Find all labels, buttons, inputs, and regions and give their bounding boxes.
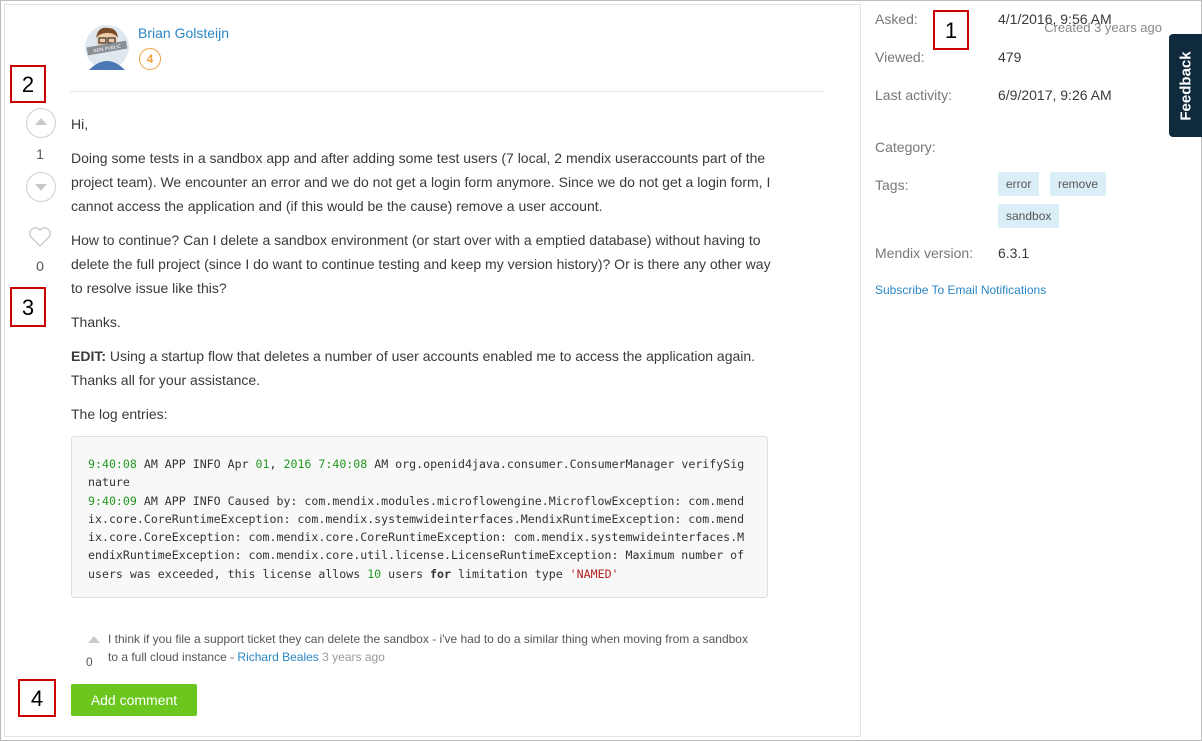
code-token: 7:40:08 bbox=[318, 457, 368, 471]
downvote-button[interactable] bbox=[26, 172, 56, 202]
feedback-label: Feedback bbox=[1177, 50, 1194, 121]
paragraph: How to continue? Can I delete a sandbox … bbox=[71, 232, 771, 296]
code-token: , bbox=[269, 457, 284, 471]
comment: I think if you file a support ticket the… bbox=[108, 630, 758, 666]
feedback-tab[interactable]: Feedback bbox=[1169, 34, 1202, 137]
annotation-marker-3: 3 bbox=[10, 287, 46, 327]
code-token: 01 bbox=[255, 457, 270, 471]
edit-text: Using a startup flow that deletes a numb… bbox=[71, 348, 756, 388]
annotation-marker-2: 2 bbox=[10, 65, 46, 103]
avatar[interactable]: NON PUBLIC bbox=[84, 22, 130, 72]
comment-time: 3 years ago bbox=[322, 650, 385, 664]
code-token: 10 bbox=[367, 566, 382, 581]
thanks-text: Thanks. bbox=[71, 314, 121, 330]
heart-icon[interactable] bbox=[28, 226, 52, 248]
code-token: 2016 bbox=[283, 457, 312, 471]
log-code: 9:40:08 AM APP INFO Apr 01, 2016 7:40:08… bbox=[88, 455, 748, 583]
greeting: Hi, bbox=[71, 116, 89, 132]
mendix-version-value: 6.3.1 bbox=[998, 245, 1030, 261]
comment-text: I think if you file a support ticket the… bbox=[108, 632, 748, 664]
paragraph: Doing some tests in a sandbox app and af… bbox=[71, 150, 771, 214]
comment-upvote-button[interactable] bbox=[88, 636, 100, 643]
tags-label: Tags: bbox=[875, 177, 909, 193]
author-name-link[interactable]: Brian Golsteijn bbox=[138, 25, 229, 41]
viewed-label: Viewed: bbox=[875, 49, 925, 65]
question-body: Hi, Doing some tests in a sandbox app an… bbox=[71, 112, 771, 436]
annotation-marker-1: 1 bbox=[933, 10, 969, 50]
vote-count: 1 bbox=[36, 146, 44, 162]
viewed-value: 479 bbox=[998, 49, 1022, 65]
code-token: 9:40:09 bbox=[88, 493, 137, 508]
mendix-version-label: Mendix version: bbox=[875, 245, 974, 261]
tag-error[interactable]: error bbox=[998, 172, 1040, 196]
annotation-marker-4: 4 bbox=[18, 679, 56, 717]
tag-sandbox[interactable]: sandbox bbox=[998, 204, 1060, 228]
asked-label: Asked: bbox=[875, 11, 918, 27]
asked-value: 4/1/2016, 9:56 AM bbox=[998, 11, 1112, 27]
category-label: Category: bbox=[875, 139, 936, 155]
tag-remove[interactable]: remove bbox=[1050, 172, 1107, 196]
code-token: users bbox=[381, 566, 431, 581]
comment-separator: - bbox=[226, 650, 238, 664]
code-token: 'NAMED' bbox=[569, 566, 619, 581]
edit-paragraph: EDIT: Using a startup flow that deletes … bbox=[71, 344, 771, 392]
code-block: 9:40:08 AM APP INFO Apr 01, 2016 7:40:08… bbox=[71, 436, 768, 598]
code-token: limitation type bbox=[451, 566, 570, 581]
like-count: 0 bbox=[36, 258, 44, 274]
comment-vote-count: 0 bbox=[86, 655, 93, 669]
last-activity-value: 6/9/2017, 9:26 AM bbox=[998, 87, 1112, 103]
code-token: AM APP INFO Apr bbox=[136, 457, 256, 471]
edit-label: EDIT: bbox=[71, 348, 106, 364]
add-comment-button[interactable]: Add comment bbox=[71, 684, 197, 716]
code-token: for bbox=[430, 566, 451, 581]
reputation-badge: 4 bbox=[139, 48, 161, 70]
subscribe-link[interactable]: Subscribe To Email Notifications bbox=[875, 283, 1046, 297]
log-intro: The log entries: bbox=[71, 406, 168, 422]
last-activity-label: Last activity: bbox=[875, 87, 953, 103]
divider bbox=[70, 91, 824, 92]
code-token: 9:40:08 bbox=[88, 457, 137, 471]
upvote-button[interactable] bbox=[26, 108, 56, 138]
comment-author-link[interactable]: Richard Beales bbox=[237, 650, 318, 664]
